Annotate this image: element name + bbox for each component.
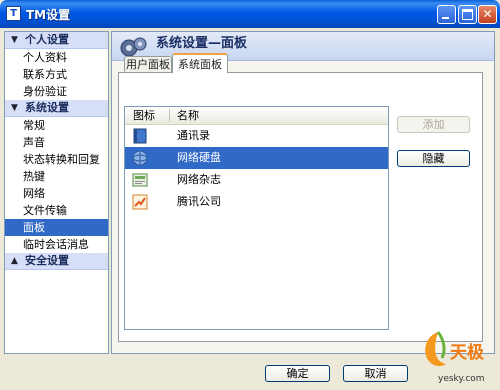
title-bar[interactable]: T TM设置 ✕ bbox=[0, 0, 500, 28]
yesky-logo-icon bbox=[425, 331, 446, 367]
collapse-arrow-icon: ▼ bbox=[11, 35, 18, 45]
nav-item-file-transfer[interactable]: 文件传输 bbox=[5, 202, 108, 219]
nav-item-panel[interactable]: 面板 bbox=[5, 219, 108, 236]
nav-section-system[interactable]: ▼ 系统设置 bbox=[5, 100, 108, 117]
nav-section-security[interactable]: ▲ 安全设置 bbox=[5, 253, 108, 270]
nav-item-temp-session[interactable]: 临时会话消息 bbox=[5, 236, 108, 253]
column-header-icon[interactable]: 图标 bbox=[133, 107, 155, 124]
nav-section-label: 系统设置 bbox=[25, 101, 69, 114]
tab-user-panel[interactable]: 用户面板 bbox=[124, 56, 172, 72]
nav-item-profile[interactable]: 个人资料 bbox=[5, 49, 108, 66]
maximize-icon bbox=[462, 9, 473, 20]
nav-item-hotkeys[interactable]: 热键 bbox=[5, 168, 108, 185]
watermark-brand: 天极 bbox=[450, 343, 484, 363]
hide-button[interactable]: 隐藏 bbox=[397, 150, 470, 167]
close-icon: ✕ bbox=[482, 7, 493, 21]
network-disk-icon bbox=[132, 150, 148, 166]
list-header: 图标 名称 bbox=[125, 107, 388, 125]
list-item-name: 网络杂志 bbox=[177, 173, 221, 186]
window-title: TM设置 bbox=[26, 8, 71, 22]
app-icon: T bbox=[6, 6, 21, 21]
nav-item-identity[interactable]: 身份验证 bbox=[5, 83, 108, 100]
list-item[interactable]: 通讯录 bbox=[125, 125, 388, 147]
settings-window: T TM设置 ✕ ▼ 个人设置 个人资料 联系方式 身份验证 ▼ 系统设置 常规… bbox=[0, 0, 500, 390]
list-item[interactable]: 网络杂志 bbox=[125, 169, 388, 191]
expand-arrow-icon: ▲ bbox=[11, 256, 18, 266]
network-magazine-icon bbox=[132, 173, 148, 187]
list-item-name: 网络硬盘 bbox=[177, 151, 221, 164]
list-item-name: 通讯录 bbox=[177, 129, 210, 142]
panel-list[interactable]: 图标 名称 通讯录 网络硬盘 网络杂志 腾讯公司 bbox=[124, 106, 389, 330]
list-item[interactable]: 腾讯公司 bbox=[125, 191, 388, 213]
nav-section-label: 安全设置 bbox=[25, 254, 69, 267]
minimize-icon bbox=[442, 17, 449, 19]
nav-item-general[interactable]: 常规 bbox=[5, 117, 108, 134]
cancel-button[interactable]: 取消 bbox=[343, 365, 408, 382]
maximize-button[interactable] bbox=[458, 5, 477, 24]
close-button[interactable]: ✕ bbox=[478, 5, 497, 24]
nav-section-label: 个人设置 bbox=[25, 33, 69, 46]
collapse-arrow-icon: ▼ bbox=[11, 103, 18, 113]
list-item-name: 腾讯公司 bbox=[177, 195, 221, 208]
settings-nav: ▼ 个人设置 个人资料 联系方式 身份验证 ▼ 系统设置 常规 声音 状态转换和… bbox=[4, 31, 109, 354]
nav-item-network[interactable]: 网络 bbox=[5, 185, 108, 202]
nav-section-personal[interactable]: ▼ 个人设置 bbox=[5, 32, 108, 49]
minimize-button[interactable] bbox=[437, 5, 456, 24]
column-header-name[interactable]: 名称 bbox=[177, 107, 199, 124]
tencent-company-icon bbox=[132, 194, 148, 210]
address-book-icon bbox=[133, 128, 147, 144]
add-button[interactable]: 添加 bbox=[397, 116, 470, 133]
column-separator[interactable] bbox=[169, 109, 170, 122]
nav-item-status-reply[interactable]: 状态转换和回复 bbox=[5, 151, 108, 168]
nav-item-contact[interactable]: 联系方式 bbox=[5, 66, 108, 83]
yesky-watermark: 天极 yesky.com bbox=[418, 326, 500, 390]
gears-icon bbox=[120, 37, 147, 57]
nav-item-sound[interactable]: 声音 bbox=[5, 134, 108, 151]
tab-system-panel[interactable]: 系统面板 bbox=[172, 53, 228, 73]
panel-title: 系统设置—面板 bbox=[156, 36, 248, 51]
list-item[interactable]: 网络硬盘 bbox=[125, 147, 388, 169]
ok-button[interactable]: 确定 bbox=[265, 365, 330, 382]
watermark-site: yesky.com bbox=[438, 374, 485, 384]
